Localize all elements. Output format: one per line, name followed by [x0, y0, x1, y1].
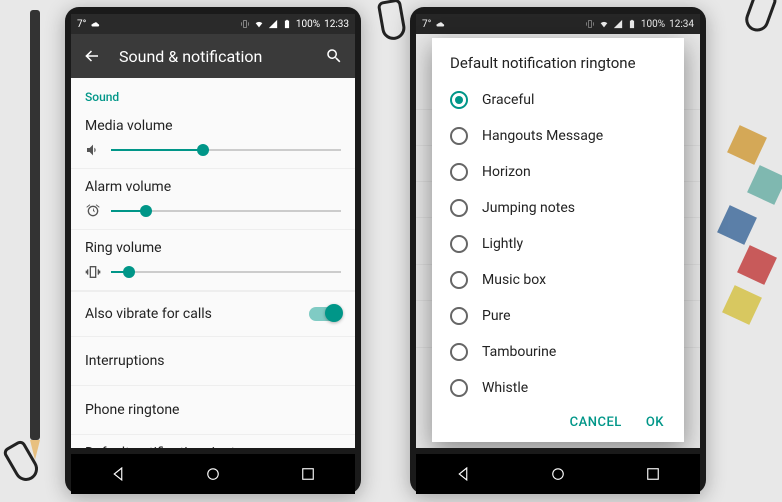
cube-decoration	[712, 120, 782, 420]
ringtone-label: Whistle	[482, 380, 528, 396]
vibrate-label: Also vibrate for calls	[85, 306, 212, 322]
ringtone-option[interactable]: Jumping notes	[432, 190, 684, 226]
default-notification-item[interactable]: Default notification ringtone Graceful	[71, 435, 355, 448]
ringtone-option[interactable]: Lightly	[432, 226, 684, 262]
ringtone-label: Lightly	[482, 236, 523, 252]
ring-volume-slider[interactable]	[111, 271, 341, 273]
ringtone-option[interactable]: Tambourine	[432, 334, 684, 370]
alarm-volume-slider[interactable]	[111, 210, 341, 212]
media-volume-slider[interactable]	[111, 149, 341, 151]
nav-bar	[416, 454, 700, 494]
ok-button[interactable]: OK	[646, 415, 664, 430]
dialog-title: Default notification ringtone	[432, 38, 684, 82]
radio-icon	[450, 235, 468, 253]
vibrate-icon	[240, 19, 250, 29]
cancel-button[interactable]: CANCEL	[570, 415, 622, 430]
ringtone-option[interactable]: Graceful	[432, 82, 684, 118]
section-header-sound: Sound	[71, 78, 355, 108]
search-icon[interactable]	[325, 47, 343, 65]
alarm-volume-item[interactable]: Alarm volume	[71, 169, 355, 230]
binder-clip	[742, 0, 778, 35]
ringtone-label: Music box	[482, 272, 546, 288]
radio-icon	[450, 307, 468, 325]
ringtone-option[interactable]: Music box	[432, 262, 684, 298]
page-title: Sound & notification	[119, 47, 307, 66]
binder-clip	[377, 0, 408, 42]
battery-icon	[282, 19, 292, 29]
clock: 12:33	[324, 19, 349, 30]
ringtone-label: Pure	[482, 308, 511, 324]
radio-icon	[450, 271, 468, 289]
phone-left: 7° 100% 12:33 Sound & notification Sound…	[65, 7, 361, 494]
interruptions-item[interactable]: Interruptions	[71, 337, 355, 386]
vibrate-for-calls-item[interactable]: Also vibrate for calls	[71, 291, 355, 337]
ringtone-dialog: Default notification ringtone Graceful Ha…	[432, 38, 684, 442]
radio-icon	[450, 199, 468, 217]
ringtone-option[interactable]: Whistle	[432, 370, 684, 405]
nav-bar	[71, 454, 355, 494]
ring-volume-item[interactable]: Ring volume	[71, 230, 355, 291]
nav-recent-icon[interactable]	[644, 465, 662, 483]
ringtone-label: Graceful	[482, 92, 534, 108]
pencil-decoration	[30, 10, 40, 440]
back-icon[interactable]	[83, 47, 101, 65]
nav-back-icon[interactable]	[109, 465, 127, 483]
nav-home-icon[interactable]	[204, 465, 222, 483]
ringtone-label: Hangouts Message	[482, 128, 603, 144]
ring-volume-label: Ring volume	[85, 240, 341, 256]
wifi-icon	[254, 19, 264, 29]
signal-icon	[268, 19, 278, 29]
ringtone-option[interactable]: Horizon	[432, 154, 684, 190]
ringtone-label: Tambourine	[482, 344, 556, 360]
vibrate-icon	[85, 264, 101, 280]
nav-recent-icon[interactable]	[299, 465, 317, 483]
app-bar: Sound & notification	[71, 34, 355, 78]
radio-icon	[450, 163, 468, 181]
speaker-icon	[85, 142, 101, 158]
temperature: 7°	[77, 19, 86, 30]
radio-icon	[450, 91, 468, 109]
ringtone-option[interactable]: Pure	[432, 298, 684, 334]
ringtone-label: Horizon	[482, 164, 531, 180]
alarm-icon	[85, 203, 101, 219]
nav-home-icon[interactable]	[549, 465, 567, 483]
battery-pct: 100%	[296, 19, 320, 30]
radio-icon	[450, 127, 468, 145]
default-notif-label: Default notification ringtone	[85, 445, 341, 448]
media-volume-label: Media volume	[85, 118, 341, 134]
phone-ringtone-item[interactable]: Phone ringtone	[71, 386, 355, 435]
weather-icon	[90, 19, 100, 29]
vibrate-toggle[interactable]	[309, 307, 341, 321]
nav-back-icon[interactable]	[454, 465, 472, 483]
ringtone-label: Jumping notes	[482, 200, 575, 216]
media-volume-item[interactable]: Media volume	[71, 108, 355, 169]
phone-right: 7° 100% 12:34 R A I P DG N WShow all not…	[410, 7, 706, 494]
alarm-volume-label: Alarm volume	[85, 179, 341, 195]
radio-icon	[450, 343, 468, 361]
status-bar: 7° 100% 12:33	[71, 14, 355, 34]
ringtone-list[interactable]: Graceful Hangouts Message Horizon Jumping n…	[432, 82, 684, 405]
ringtone-option[interactable]: Hangouts Message	[432, 118, 684, 154]
radio-icon	[450, 379, 468, 397]
